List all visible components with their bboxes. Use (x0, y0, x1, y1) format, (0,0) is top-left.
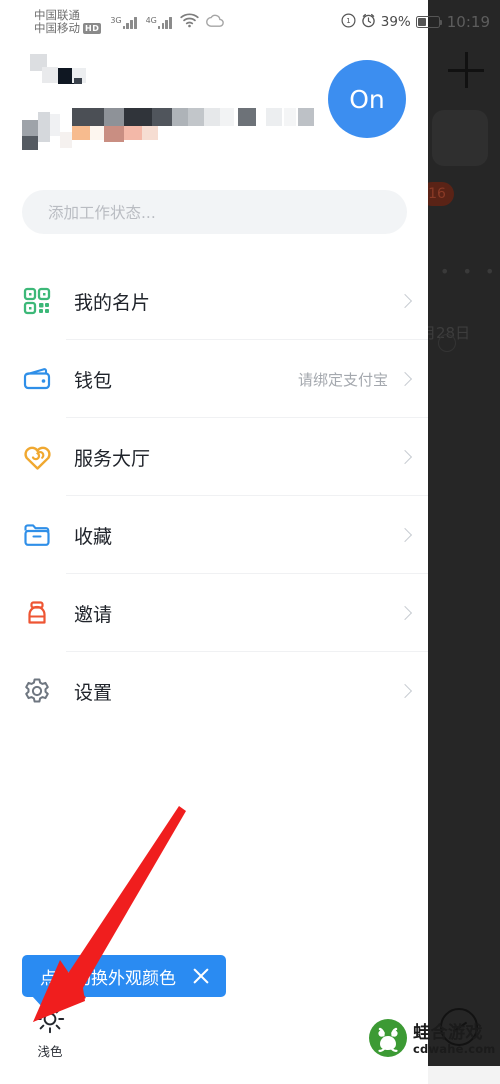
menu-item-value: 请绑定支付宝 (297, 370, 388, 389)
profile-subtitle-redacted (22, 108, 314, 150)
menu-item-label: 我的名片 (74, 291, 151, 314)
menu-item-label: 收藏 (74, 525, 113, 548)
background-avatar (432, 110, 488, 166)
signal-bars-icon-1 (122, 16, 137, 29)
alarm-icon (361, 13, 376, 32)
svg-text:1: 1 (346, 17, 350, 25)
hd-badge: HD (83, 22, 102, 34)
chevron-right-icon (397, 605, 413, 621)
menu-item-favorites[interactable]: 收藏 (0, 496, 428, 574)
gear-icon (22, 676, 52, 706)
close-icon[interactable] (190, 965, 212, 987)
menu-item-invite[interactable]: 邀请 (0, 574, 428, 652)
qr-code-icon (22, 286, 52, 316)
watermark: 蛙合游戏 cdwahe.com (368, 1018, 496, 1062)
on-button-label: On (349, 84, 385, 114)
chevron-right-icon (397, 527, 413, 543)
wallet-icon (22, 364, 52, 394)
battery-percent-label: 39% (380, 14, 411, 30)
menu-item-label: 服务大厅 (74, 447, 151, 470)
signal-3g: 3G (110, 15, 137, 29)
sun-icon (35, 1004, 65, 1038)
menu-item-wallet[interactable]: 钱包 请绑定支付宝 (0, 340, 428, 418)
appearance-mode-toggle[interactable]: 浅色 (22, 1004, 78, 1060)
menu-item-service-hall[interactable]: 服务大厅 (0, 418, 428, 496)
background-bottom-bar (428, 1066, 500, 1084)
network-type-label-1: 3G (110, 15, 122, 25)
carrier-secondary-label: 中国移动 (34, 21, 80, 35)
chevron-right-icon (397, 293, 413, 309)
clock-label: 10:19 (446, 13, 490, 31)
do-not-disturb-icon: 1 (341, 12, 356, 32)
battery-icon (415, 16, 443, 28)
menu-item-settings[interactable]: 设置 (0, 652, 428, 730)
invite-box-icon (22, 598, 52, 628)
status-on-button[interactable]: On (328, 60, 406, 138)
signal-4g: 4G (146, 16, 172, 29)
folder-star-icon (22, 520, 52, 550)
watermark-text: 蛙合游戏 cdwahe.com (413, 1023, 496, 1056)
tooltip-text: 点击切换外观颜色 (40, 968, 176, 989)
signal-bars-icon-2 (157, 16, 172, 29)
chevron-right-icon (397, 449, 413, 465)
network-type-label-2: 4G (145, 15, 157, 25)
work-status-placeholder: 添加工作状态... (48, 204, 156, 222)
more-dots: • • • (440, 262, 499, 281)
carrier-info: 中国联通 中国移动 HD (34, 9, 102, 35)
menu-item-label: 设置 (74, 681, 113, 704)
status-bar: 中国联通 中国移动 HD 3G 4G 1 39% 10:19 (0, 0, 500, 44)
appearance-tooltip: 点击切换外观颜色 (22, 955, 226, 997)
profile-name-redacted (22, 54, 102, 94)
status-bar-right: 1 39% 10:19 (341, 12, 492, 32)
chevron-right-icon (397, 371, 413, 387)
drawer-menu-list: 我的名片 钱包 请绑定支付宝 服务大厅 收藏 邀请 设置 (0, 262, 428, 730)
menu-item-my-card[interactable]: 我的名片 (0, 262, 428, 340)
chevron-right-icon (397, 683, 413, 699)
plus-icon[interactable] (448, 52, 484, 88)
phone-screen: 16 • • • 月28日 中国联通 中国移动 HD 3G 4G 1 39% 1… (0, 0, 500, 1084)
frog-leaf-logo-icon (368, 1018, 408, 1062)
cloud-icon (205, 13, 225, 32)
watermark-title: 蛙合游戏 (413, 1023, 483, 1044)
heart-service-icon (22, 442, 52, 472)
watermark-url: cdwahe.com (413, 1041, 496, 1056)
work-status-input[interactable]: 添加工作状态... (22, 190, 407, 234)
menu-item-label: 邀请 (74, 603, 113, 626)
wifi-icon (180, 12, 199, 32)
profile-header[interactable]: On (0, 48, 428, 173)
refresh-icon (438, 334, 456, 352)
appearance-mode-label: 浅色 (37, 1044, 63, 1059)
menu-item-label: 钱包 (74, 369, 113, 392)
